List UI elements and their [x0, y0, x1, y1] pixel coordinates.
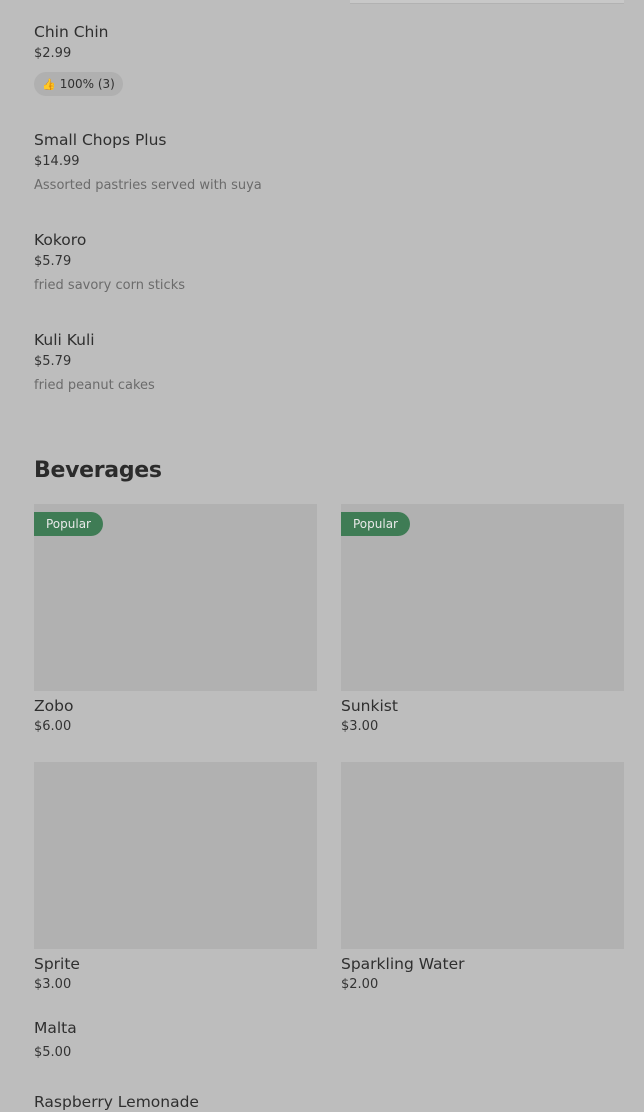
item-image-placeholder: Popular: [34, 504, 317, 691]
item-name: Small Chops Plus: [34, 131, 167, 149]
item-name: Zobo: [34, 697, 74, 715]
menu-item[interactable]: Kuli Kuli $5.79 fried peanut cakes: [34, 330, 594, 394]
item-description: fried savory corn sticks: [34, 278, 185, 293]
menu-item[interactable]: Kokoro $5.79 fried savory corn sticks: [34, 230, 594, 294]
item-description: fried peanut cakes: [34, 378, 155, 393]
section-title: Beverages: [34, 458, 162, 483]
item-price: $14.99: [34, 154, 80, 169]
item-name: Chin Chin: [34, 23, 109, 41]
item-name: Sparkling Water: [341, 955, 465, 973]
item-price: $3.00: [34, 977, 72, 992]
beverage-card[interactable]: Sprite $3.00: [34, 762, 317, 993]
popular-badge: Popular: [341, 512, 410, 536]
top-divider: [350, 0, 624, 4]
item-image-placeholder: [341, 762, 624, 949]
menu-item[interactable]: Raspberry Lemonade: [34, 1092, 594, 1112]
item-name: Raspberry Lemonade: [34, 1093, 199, 1111]
rating-badge: 👍 100% (3): [34, 72, 123, 96]
item-name: Sprite: [34, 955, 80, 973]
item-price: $2.00: [341, 977, 379, 992]
item-price: $5.00: [34, 1045, 72, 1060]
rating-text: 100% (3): [59, 77, 115, 91]
item-image-placeholder: Popular: [341, 504, 624, 691]
item-price: $3.00: [341, 719, 379, 734]
thumbs-up-icon: 👍: [42, 77, 56, 91]
item-price: $5.79: [34, 354, 72, 369]
item-image-placeholder: [34, 762, 317, 949]
menu-item[interactable]: Chin Chin $2.99 👍 100% (3): [34, 22, 594, 96]
beverage-card[interactable]: Popular Sunkist $3.00: [341, 504, 624, 735]
item-name: Sunkist: [341, 697, 398, 715]
item-description: Assorted pastries served with suya: [34, 178, 262, 193]
item-price: $6.00: [34, 719, 72, 734]
item-price: $2.99: [34, 46, 72, 61]
popular-badge: Popular: [34, 512, 103, 536]
item-name: Kokoro: [34, 231, 87, 249]
beverage-card[interactable]: Sparkling Water $2.00: [341, 762, 624, 993]
item-price: $5.79: [34, 254, 72, 269]
menu-item[interactable]: Malta $5.00: [34, 1018, 594, 1061]
menu-page: Chin Chin $2.99 👍 100% (3) Small Chops P…: [0, 0, 644, 1112]
item-name: Kuli Kuli: [34, 331, 95, 349]
item-name: Malta: [34, 1019, 77, 1037]
menu-item[interactable]: Small Chops Plus $14.99 Assorted pastrie…: [34, 130, 594, 194]
beverage-card[interactable]: Popular Zobo $6.00: [34, 504, 317, 735]
